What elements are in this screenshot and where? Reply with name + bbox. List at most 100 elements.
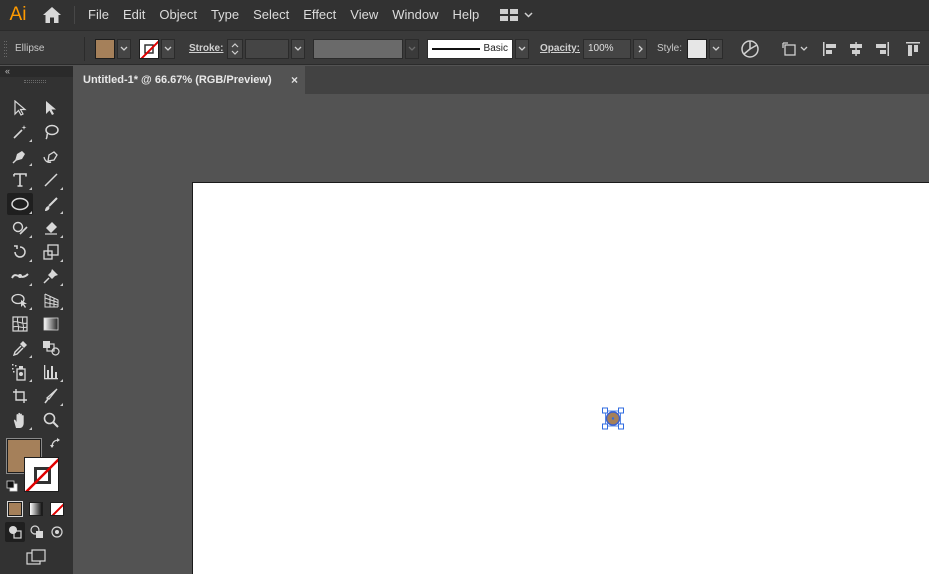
stroke-color-box[interactable] [24, 457, 59, 492]
mesh-tool[interactable] [7, 313, 33, 335]
workspace-switcher[interactable] [500, 9, 533, 21]
menu-type[interactable]: Type [204, 0, 246, 30]
puppet-warp-tool[interactable] [38, 265, 64, 287]
profile-dropdown[interactable] [405, 38, 419, 59]
recolor-artwork-icon[interactable] [740, 39, 760, 59]
slice-tool[interactable] [38, 385, 64, 407]
perspective-grid-tool[interactable] [38, 289, 64, 311]
menu-edit[interactable]: Edit [116, 0, 152, 30]
gradient-mode-button[interactable] [29, 502, 43, 516]
direct-selection-tool[interactable] [38, 97, 64, 119]
variable-width-profile[interactable] [313, 38, 403, 59]
lasso-tool[interactable] [38, 121, 64, 143]
zoom-tool[interactable] [38, 409, 64, 431]
curvature-tool[interactable] [38, 145, 64, 167]
paintbrush-tool[interactable] [38, 193, 64, 215]
stroke-weight-dropdown[interactable] [291, 38, 305, 59]
width-tool[interactable] [7, 265, 33, 287]
line-segment-tool[interactable] [38, 169, 64, 191]
default-fill-stroke-icon[interactable] [6, 480, 18, 492]
fill-dropdown[interactable] [117, 38, 131, 59]
brush-label: Basic [483, 43, 508, 54]
ellipse-tool[interactable] [7, 193, 33, 215]
menu-divider [74, 6, 75, 24]
chevron-down-icon [712, 46, 720, 51]
stroke-weight-stepper[interactable] [227, 38, 243, 59]
type-tool[interactable] [7, 169, 33, 191]
collapse-panel-icon[interactable]: « [0, 66, 73, 77]
chevron-down-icon [408, 46, 416, 51]
width-icon [11, 273, 29, 279]
menu-object[interactable]: Object [152, 0, 204, 30]
chevron-down-icon[interactable] [800, 46, 808, 51]
menu-view[interactable]: View [343, 0, 385, 30]
pushpin-icon [43, 269, 58, 284]
home-icon[interactable] [36, 0, 68, 30]
stroke-weight-input[interactable] [245, 38, 289, 59]
change-screen-mode-button[interactable] [24, 546, 48, 568]
menu-effect[interactable]: Effect [296, 0, 343, 30]
gradient-tool[interactable] [38, 313, 64, 335]
draw-normal-button[interactable] [5, 522, 25, 542]
tools-panel: « [0, 66, 73, 574]
align-right-icon[interactable] [874, 41, 890, 57]
chevron-down-icon [120, 46, 128, 51]
brush-dropdown[interactable] [515, 38, 529, 59]
stroke-swatch[interactable] [139, 38, 159, 59]
artboard[interactable] [192, 182, 929, 574]
eraser-tool[interactable] [38, 217, 64, 239]
selection-arrow-icon [14, 100, 27, 116]
opacity-label[interactable]: Opacity: [540, 43, 580, 54]
brush-stroke-icon [432, 47, 480, 50]
draw-behind-button[interactable] [27, 522, 47, 542]
draw-inside-button[interactable] [47, 522, 67, 542]
brush-definition[interactable]: Basic [427, 38, 513, 59]
artboard-tool[interactable] [7, 385, 33, 407]
opacity-expand[interactable] [633, 38, 647, 59]
selection-tool[interactable] [7, 97, 33, 119]
menu-file[interactable]: File [81, 0, 116, 30]
perspective-grid-icon [44, 293, 59, 308]
fill-swatch[interactable] [95, 38, 115, 59]
close-icon[interactable]: × [291, 73, 298, 87]
canvas-area[interactable] [74, 94, 929, 574]
document-tab[interactable]: Untitled-1* @ 66.67% (RGB/Preview) × [74, 66, 305, 94]
transform-icon[interactable] [782, 41, 798, 57]
column-graph-tool[interactable] [38, 361, 64, 383]
stroke-label[interactable]: Stroke: [189, 43, 223, 54]
stroke-dropdown[interactable] [161, 38, 175, 59]
swap-fill-stroke-icon[interactable] [50, 438, 62, 450]
graphic-style-swatch[interactable] [687, 38, 707, 59]
eyedropper-tool[interactable] [7, 337, 33, 359]
stepper-icon [231, 42, 239, 55]
type-t-icon [13, 173, 27, 187]
color-mode-button[interactable] [7, 501, 23, 517]
selected-ellipse[interactable] [601, 407, 627, 433]
gradient-icon [43, 317, 59, 331]
chevron-down-icon [164, 46, 172, 51]
menu-select[interactable]: Select [246, 0, 296, 30]
shape-builder-tool[interactable] [7, 289, 33, 311]
none-mode-button[interactable] [50, 502, 64, 516]
opacity-input[interactable]: 100% [583, 38, 631, 59]
align-top-icon[interactable] [905, 41, 921, 57]
symbol-sprayer-tool[interactable] [7, 361, 33, 383]
style-dropdown[interactable] [709, 38, 723, 59]
blend-tool[interactable] [38, 337, 64, 359]
pen-tool[interactable] [7, 145, 33, 167]
align-left-icon[interactable] [822, 41, 838, 57]
magic-wand-tool[interactable] [7, 121, 33, 143]
menu-help[interactable]: Help [445, 0, 486, 30]
bar-graph-icon [44, 365, 58, 380]
shaper-tool[interactable] [7, 217, 33, 239]
panel-grip[interactable] [24, 80, 46, 83]
hand-tool[interactable] [7, 409, 33, 431]
scale-tool[interactable] [38, 241, 64, 263]
shaper-icon [12, 221, 28, 235]
line-segment-icon [44, 173, 58, 187]
align-horizontal-center-icon[interactable] [848, 41, 864, 57]
document-tab-title: Untitled-1* @ 66.67% (RGB/Preview) [83, 74, 272, 86]
rotate-tool[interactable] [7, 241, 33, 263]
menu-window[interactable]: Window [385, 0, 445, 30]
current-tool-label: Ellipse [15, 43, 45, 54]
